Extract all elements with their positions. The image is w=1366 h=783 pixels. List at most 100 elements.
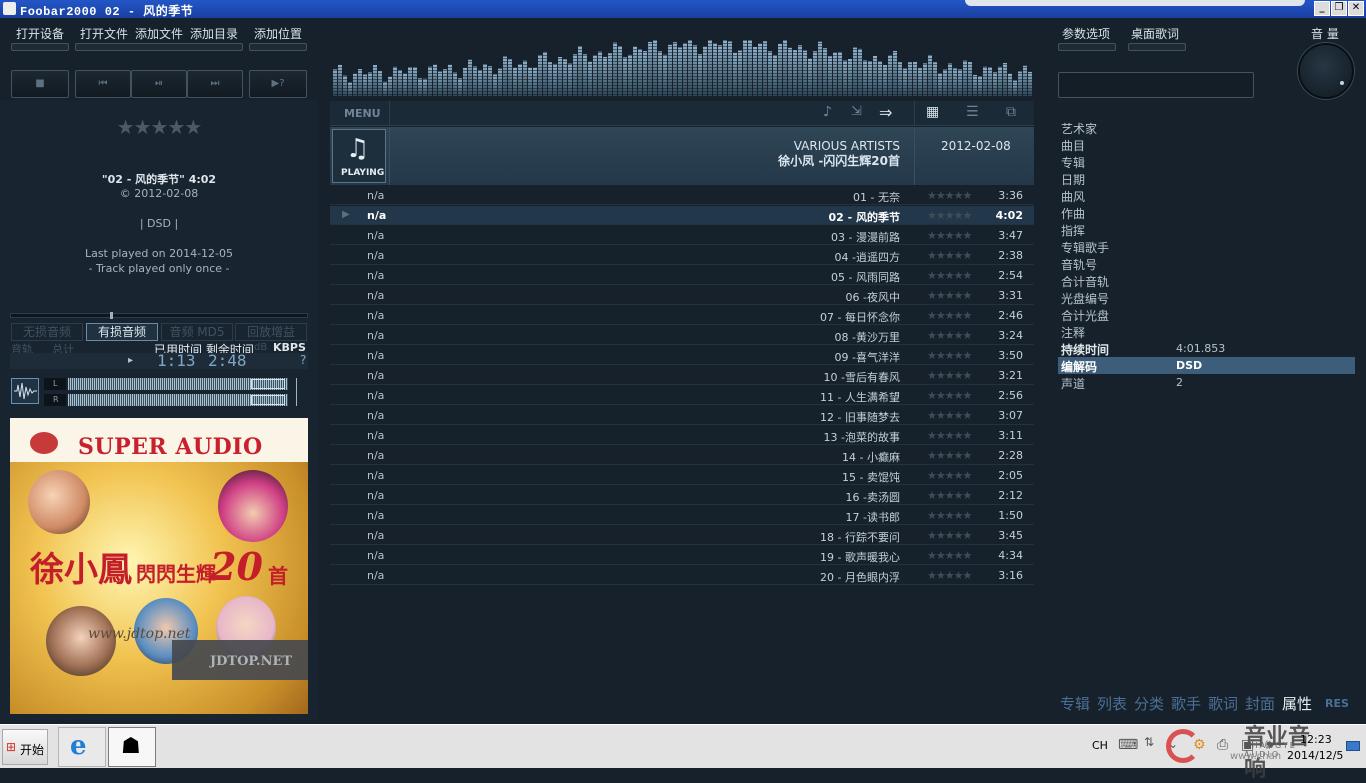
property-key[interactable]: 专辑 — [1061, 154, 1085, 171]
track-rating[interactable]: ★★★★★ — [927, 209, 972, 222]
tray-app-icon[interactable]: ⚙ — [1193, 737, 1206, 753]
property-key[interactable]: 声道 — [1061, 375, 1085, 392]
import-icon[interactable]: ⇲ — [851, 104, 862, 119]
stop-button[interactable]: ■ — [11, 70, 69, 98]
track-rating[interactable]: ★★★★★ — [927, 369, 972, 382]
open-device-button[interactable]: 打开设备 — [16, 25, 64, 42]
next-button[interactable]: ⏭ — [187, 70, 243, 98]
track-row[interactable]: n/a 11 - 人生满希望 ★★★★★ 2:56 — [330, 386, 1034, 405]
track-row[interactable]: n/a 03 - 漫漫前路 ★★★★★ 3:47 — [330, 226, 1034, 245]
bottom-tab[interactable]: 封面 — [1245, 693, 1275, 714]
minimize-button[interactable]: _ — [1314, 1, 1330, 16]
track-rating[interactable]: ★★★★★ — [927, 249, 972, 262]
property-key[interactable]: 作曲 — [1061, 205, 1085, 222]
open-file-button[interactable]: 打开文件 — [80, 25, 128, 42]
property-key[interactable]: 合计音轨 — [1061, 273, 1109, 290]
track-row[interactable]: n/a 16 -卖汤圆 ★★★★★ 2:12 — [330, 486, 1034, 505]
track-row[interactable]: n/a 08 -黄沙万里 ★★★★★ 3:24 — [330, 326, 1034, 345]
add-location-bar[interactable] — [249, 43, 307, 51]
track-row[interactable]: n/a 05 - 风雨同路 ★★★★★ 2:54 — [330, 266, 1034, 285]
track-rating[interactable]: ★★★★★ — [927, 449, 972, 462]
keyboard-icon[interactable]: ⌨ — [1118, 737, 1138, 753]
preferences-bar[interactable] — [1058, 43, 1116, 51]
property-key[interactable]: 曲风 — [1061, 188, 1085, 205]
rating-stars[interactable]: ★★★★★ — [0, 115, 318, 139]
ime-options-icon[interactable]: ⇅ — [1144, 735, 1154, 749]
track-row[interactable]: n/a 06 -夜风中 ★★★★★ 3:31 — [330, 286, 1034, 305]
track-row[interactable]: n/a 19 - 歌声暖我心 ★★★★★ 4:34 — [330, 546, 1034, 565]
album-cover[interactable]: SUPER AUDIO CD 徐小鳳 閃閃生輝 20 首 www.jdtop.n… — [10, 418, 308, 714]
ie-taskbar-button[interactable]: e — [58, 727, 106, 767]
desktop-lyrics-bar[interactable] — [1128, 43, 1186, 51]
seek-handle[interactable] — [110, 312, 113, 319]
property-key[interactable]: 音轨号 — [1061, 256, 1097, 273]
track-row[interactable]: n/a 10 -雪后有春风 ★★★★★ 3:21 — [330, 366, 1034, 385]
track-rating[interactable]: ★★★★★ — [927, 469, 972, 482]
bottom-tab[interactable]: 专辑 — [1060, 693, 1090, 714]
property-key[interactable]: 光盘编号 — [1061, 290, 1109, 307]
restore-button[interactable]: ❐ — [1331, 1, 1347, 16]
grid-view-icon[interactable]: ▦ — [926, 104, 939, 120]
bottom-tab[interactable]: 列表 — [1097, 693, 1127, 714]
add-folder-button[interactable]: 添加目录 — [190, 25, 238, 42]
track-rating[interactable]: ★★★★★ — [927, 489, 972, 502]
tray-device-icon[interactable]: ⎙ — [1217, 737, 1228, 753]
bottom-tab[interactable]: 属性 — [1282, 693, 1312, 714]
track-rating[interactable]: ★★★★★ — [927, 289, 972, 302]
track-rating[interactable]: ★★★★★ — [927, 309, 972, 322]
bottom-tab[interactable]: 歌词 — [1208, 693, 1238, 714]
network-icon[interactable]: ▣ — [1241, 737, 1254, 753]
track-rating[interactable]: ★★★★★ — [927, 389, 972, 402]
tab-replaygain[interactable]: 回放增益 — [235, 323, 307, 341]
track-rating[interactable]: ★★★★★ — [927, 189, 972, 202]
clock-date[interactable]: 2014/12/5 — [1287, 749, 1343, 762]
language-indicator[interactable]: CH — [1092, 739, 1108, 752]
add-location-button[interactable]: 添加位置 — [254, 25, 302, 42]
track-row[interactable]: n/a 14 - 小癫麻 ★★★★★ 2:28 — [330, 446, 1034, 465]
track-row[interactable]: n/a 07 - 每日怀念你 ★★★★★ 2:46 — [330, 306, 1034, 325]
menu-button[interactable]: MENU — [344, 107, 381, 120]
waveform-icon[interactable] — [11, 378, 39, 404]
previous-button[interactable]: ⏮ — [75, 70, 131, 98]
res-button[interactable]: RES — [1325, 697, 1349, 710]
property-key[interactable]: 指挥 — [1061, 222, 1085, 239]
track-rating[interactable]: ★★★★★ — [927, 429, 972, 442]
clock-time[interactable]: 12:23 — [1300, 733, 1332, 746]
property-key[interactable]: 持续时间 — [1061, 341, 1109, 358]
track-row[interactable]: n/a 18 - 行踪不要问 ★★★★★ 3:45 — [330, 526, 1034, 545]
search-field[interactable] — [1058, 72, 1254, 98]
add-file-button[interactable]: 添加文件 — [135, 25, 183, 42]
show-desktop-icon[interactable] — [1346, 741, 1360, 751]
bottom-tab[interactable]: 分类 — [1134, 693, 1164, 714]
track-row[interactable]: n/a 15 - 卖馄饨 ★★★★★ 2:05 — [330, 466, 1034, 485]
property-key[interactable]: 编解码 — [1061, 358, 1097, 375]
popout-icon[interactable]: ⧉ — [1006, 104, 1016, 120]
play-pause-button[interactable]: ⏯ — [131, 70, 187, 98]
property-key[interactable]: 曲目 — [1061, 137, 1085, 154]
track-rating[interactable]: ★★★★★ — [927, 269, 972, 282]
music-note-icon[interactable]: ♪ — [823, 104, 832, 120]
track-row[interactable]: n/a 20 - 月色眼内浮 ★★★★★ 3:16 — [330, 566, 1034, 585]
foobar-taskbar-button[interactable]: ☗ — [108, 727, 156, 767]
property-key[interactable]: 注释 — [1061, 324, 1085, 341]
track-rating[interactable]: ★★★★★ — [927, 529, 972, 542]
seek-bar[interactable] — [10, 313, 308, 318]
track-rating[interactable]: ★★★★★ — [927, 569, 972, 582]
bottom-tab[interactable]: 歌手 — [1171, 693, 1201, 714]
playback-order-icon[interactable]: ⇒ — [879, 103, 892, 122]
file-buttons-bar[interactable] — [75, 43, 243, 51]
property-key[interactable]: 合计光盘 — [1061, 307, 1109, 324]
track-rating[interactable]: ★★★★★ — [927, 549, 972, 562]
desktop-lyrics-button[interactable]: 桌面歌词 — [1131, 25, 1179, 42]
start-button[interactable]: ⊞ 开始 — [2, 729, 48, 765]
track-rating[interactable]: ★★★★★ — [927, 349, 972, 362]
tab-lossy[interactable]: 有损音频 — [86, 323, 158, 341]
property-key[interactable]: 日期 — [1061, 171, 1085, 188]
close-button[interactable]: ✕ — [1348, 1, 1364, 16]
track-rating[interactable]: ★★★★★ — [927, 229, 972, 242]
track-row[interactable]: n/a 04 -逍遥四方 ★★★★★ 2:38 — [330, 246, 1034, 265]
speaker-icon[interactable]: 🕪 — [1265, 737, 1274, 753]
tab-md5[interactable]: 音频 MD5 — [161, 323, 233, 341]
preferences-button[interactable]: 参数选项 — [1062, 25, 1110, 42]
track-rating[interactable]: ★★★★★ — [927, 509, 972, 522]
